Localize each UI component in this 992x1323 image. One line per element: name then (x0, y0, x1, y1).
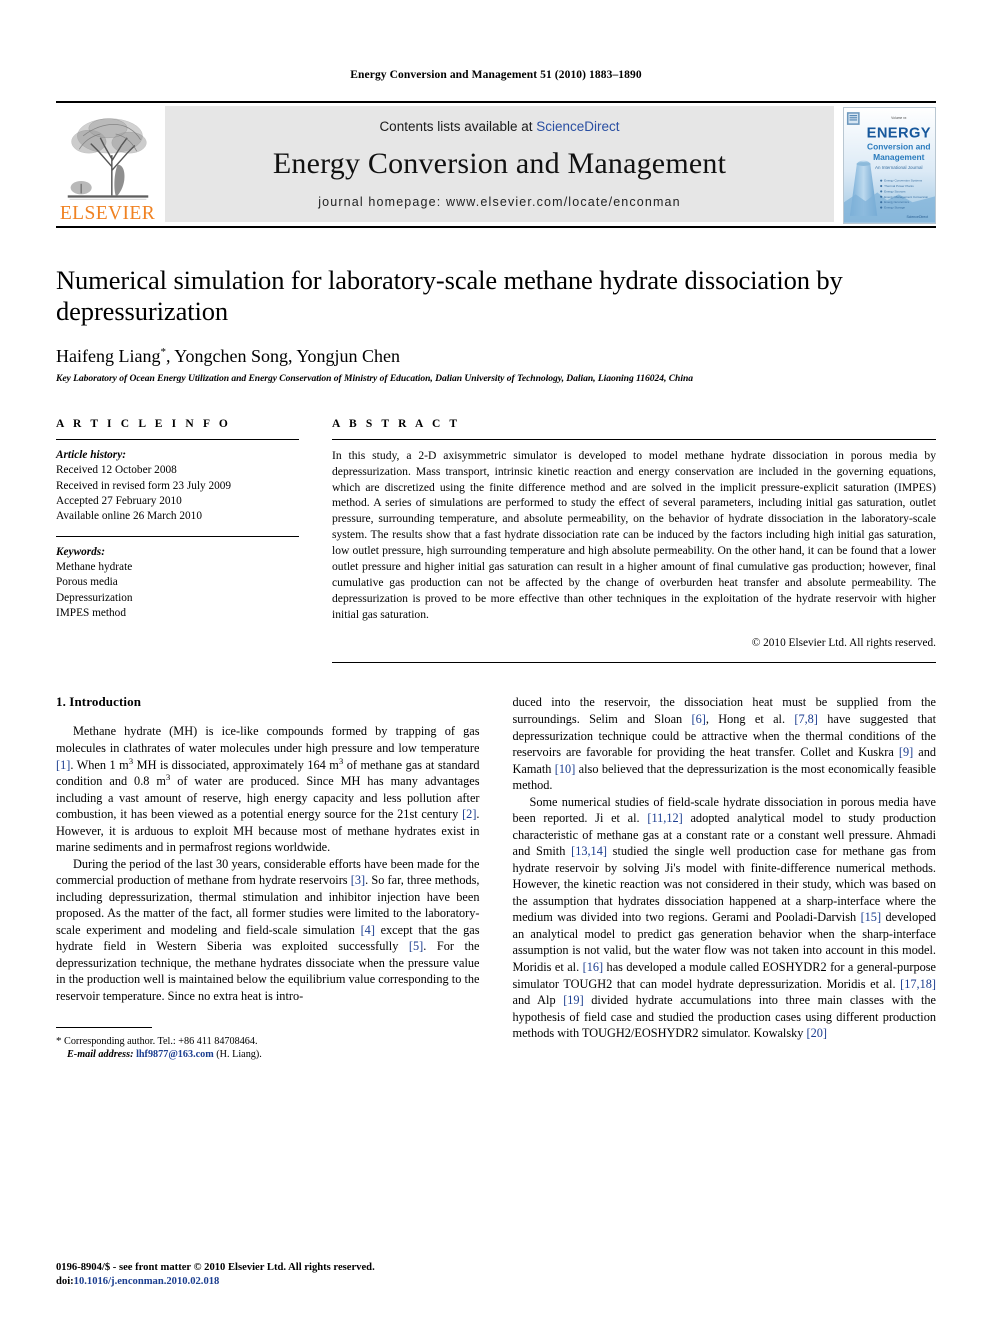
citation-ref[interactable]: [9] (899, 745, 913, 759)
citation-ref[interactable]: [5] (409, 939, 423, 953)
doi-label: doi: (56, 1276, 74, 1288)
paragraph-1: Methane hydrate (MH) is ice-like compoun… (56, 723, 480, 855)
paragraph-4: Some numerical studies of field-scale hy… (513, 794, 937, 1042)
citation-ref[interactable]: [1] (56, 758, 70, 772)
email-suffix: (H. Liang). (216, 1049, 262, 1061)
text-run: and Alp (512, 993, 564, 1008)
history-item: Received 12 October 2008 (56, 464, 177, 477)
imprint-block: 0196-8904/$ - see front matter © 2010 El… (56, 1261, 375, 1290)
elsevier-logo: ELSEVIER (56, 103, 159, 226)
keyword-item: Depressurization (56, 591, 133, 604)
email-link[interactable]: lhf9877@163.com (136, 1049, 214, 1060)
other-authors: , Yongchen Song, Yongjun Chen (165, 345, 401, 366)
right-body-column: duced into the reservoir, the dissociati… (513, 694, 937, 1062)
svg-text:An International Journal: An International Journal (875, 164, 923, 169)
citation-ref[interactable]: [15] (861, 910, 882, 924)
footnote-block: * Corresponding author. Tel.: +86 411 84… (56, 1026, 480, 1063)
svg-text:Energy Storage: Energy Storage (884, 205, 905, 209)
running-head: Energy Conversion and Management 51 (201… (350, 69, 642, 81)
affiliation: Key Laboratory of Ocean Energy Utilizati… (56, 373, 693, 385)
svg-text:ENERGY: ENERGY (867, 125, 931, 141)
citation-ref[interactable]: [7,8] (794, 712, 818, 726)
history-item: Available online 26 March 2010 (56, 510, 202, 523)
abstract-heading: A B S T R A C T (332, 417, 461, 430)
contents-available-line: Contents lists available at ScienceDirec… (379, 119, 619, 134)
svg-text:Energy Conversion Systems: Energy Conversion Systems (884, 178, 923, 182)
citation-ref[interactable]: [17,18] (900, 977, 936, 991)
abstract-copyright: © 2010 Elsevier Ltd. All rights reserved… (751, 637, 936, 650)
title-block: Numerical simulation for laboratory-scal… (56, 228, 936, 385)
journal-title: Energy Conversion and Management (272, 147, 727, 180)
citation-ref[interactable]: [19] (563, 993, 584, 1007)
first-author: Haifeng Liang (56, 345, 161, 366)
history-item: Received in revised form 23 July 2009 (56, 479, 232, 492)
corresponding-author-note: * Corresponding author. Tel.: +86 411 84… (56, 1034, 480, 1049)
citation-ref[interactable]: [11,12] (647, 811, 682, 825)
citation-ref[interactable]: [16] (583, 960, 604, 974)
footnote-rule (56, 1026, 152, 1028)
email-note: E-mail address: lhf9877@163.com (H. Lian… (56, 1048, 480, 1062)
keyword-item: Porous media (56, 576, 118, 589)
article-info-separator (56, 535, 299, 537)
elsevier-wordmark: ELSEVIER (59, 203, 156, 224)
svg-text:Conversion and: Conversion and (867, 141, 931, 151)
citation-ref[interactable]: [6] (692, 712, 706, 726)
keywords-label: Keywords: (56, 545, 105, 558)
article-info-heading: A R T I C L E I N F O (56, 417, 231, 430)
contents-prefix: Contents lists available at (379, 118, 537, 134)
journal-cover-thumbnail[interactable]: Volume xx ENERGY Conversion and Manageme… (840, 103, 936, 226)
elsevier-tree-icon (67, 118, 148, 200)
keyword-item: IMPES method (56, 607, 126, 620)
text-run: , Hong et al. (705, 712, 795, 727)
article-history-label: Article history: (56, 448, 126, 461)
svg-text:Thermal Power Plants: Thermal Power Plants (884, 184, 914, 188)
journal-masthead: ELSEVIER Contents lists available at Sci… (56, 100, 936, 226)
email-label: E-mail address: (67, 1049, 134, 1061)
keywords-group: Keywords: Methane hydrate Porous media D… (56, 545, 299, 622)
sciencedirect-link[interactable]: ScienceDirect (536, 119, 619, 134)
text-run: Methane hydrate (MH) is ice-like compoun… (56, 724, 480, 756)
svg-text:Volume xx: Volume xx (891, 116, 907, 120)
citation-ref[interactable]: [3] (351, 873, 365, 887)
body-columns: 1. Introduction Methane hydrate (MH) is … (56, 694, 936, 1062)
citation-ref[interactable]: [4] (361, 923, 375, 937)
paragraph-3: duced into the reservoir, the dissociati… (513, 694, 937, 793)
svg-text:ScienceDirect: ScienceDirect (906, 214, 928, 218)
doi-line: doi:10.1016/j.enconman.2010.02.018 (56, 1275, 375, 1290)
author-list: Haifeng Liang*, Yongchen Song, Yongjun C… (56, 345, 936, 367)
citation-ref[interactable]: [10] (555, 762, 576, 776)
article-history-group: Article history: Received 12 October 200… (56, 448, 299, 525)
paper-page: Energy Conversion and Management 51 (201… (0, 0, 992, 1323)
paper-title: Numerical simulation for laboratory-scal… (56, 264, 843, 327)
paragraph-2: During the period of the last 30 years, … (56, 856, 480, 1005)
svg-text:Energy Management Conversion: Energy Management Conversion (884, 194, 928, 198)
keyword-item: Methane hydrate (56, 561, 133, 574)
history-item: Accepted 27 February 2010 (56, 494, 182, 507)
svg-text:Energy Economics: Energy Economics (884, 200, 910, 204)
abstract-column: A B S T R A C T In this study, a 2-D axi… (332, 418, 936, 664)
citation-ref[interactable]: [13,14] (571, 844, 607, 858)
info-abstract-section: A R T I C L E I N F O Article history: R… (56, 418, 936, 664)
text-run: also believed that the depressurization … (512, 761, 937, 793)
journal-homepage-link[interactable]: journal homepage: www.elsevier.com/locat… (318, 195, 681, 209)
article-info-column: A R T I C L E I N F O Article history: R… (56, 418, 299, 664)
footnote-star: * (56, 1034, 62, 1047)
issn-line: 0196-8904/$ - see front matter © 2010 El… (56, 1261, 375, 1273)
abstract-rule (332, 438, 936, 440)
footnote-text: Corresponding author. Tel.: +86 411 8470… (64, 1035, 258, 1047)
citation-ref[interactable]: [20] (807, 1026, 828, 1040)
svg-text:Energy Sources: Energy Sources (884, 189, 906, 193)
journal-banner: Contents lists available at ScienceDirec… (165, 105, 834, 222)
citation-ref[interactable]: [2] (462, 807, 476, 821)
article-info-rule (56, 438, 299, 440)
text-run: MH is dissociated, approximately 164 m (133, 757, 339, 772)
abstract-text: In this study, a 2-D axisymmetric simula… (332, 448, 936, 621)
text-run: . When 1 m (70, 757, 129, 772)
left-body-column: 1. Introduction Methane hydrate (MH) is … (56, 694, 480, 1062)
section-heading-introduction: 1. Introduction (56, 694, 142, 710)
doi-link[interactable]: 10.1016/j.enconman.2010.02.018 (74, 1276, 220, 1287)
journal-cover-image: Volume xx ENERGY Conversion and Manageme… (843, 106, 936, 224)
abstract-bottom-rule (332, 662, 936, 664)
svg-text:Management: Management (873, 152, 925, 162)
